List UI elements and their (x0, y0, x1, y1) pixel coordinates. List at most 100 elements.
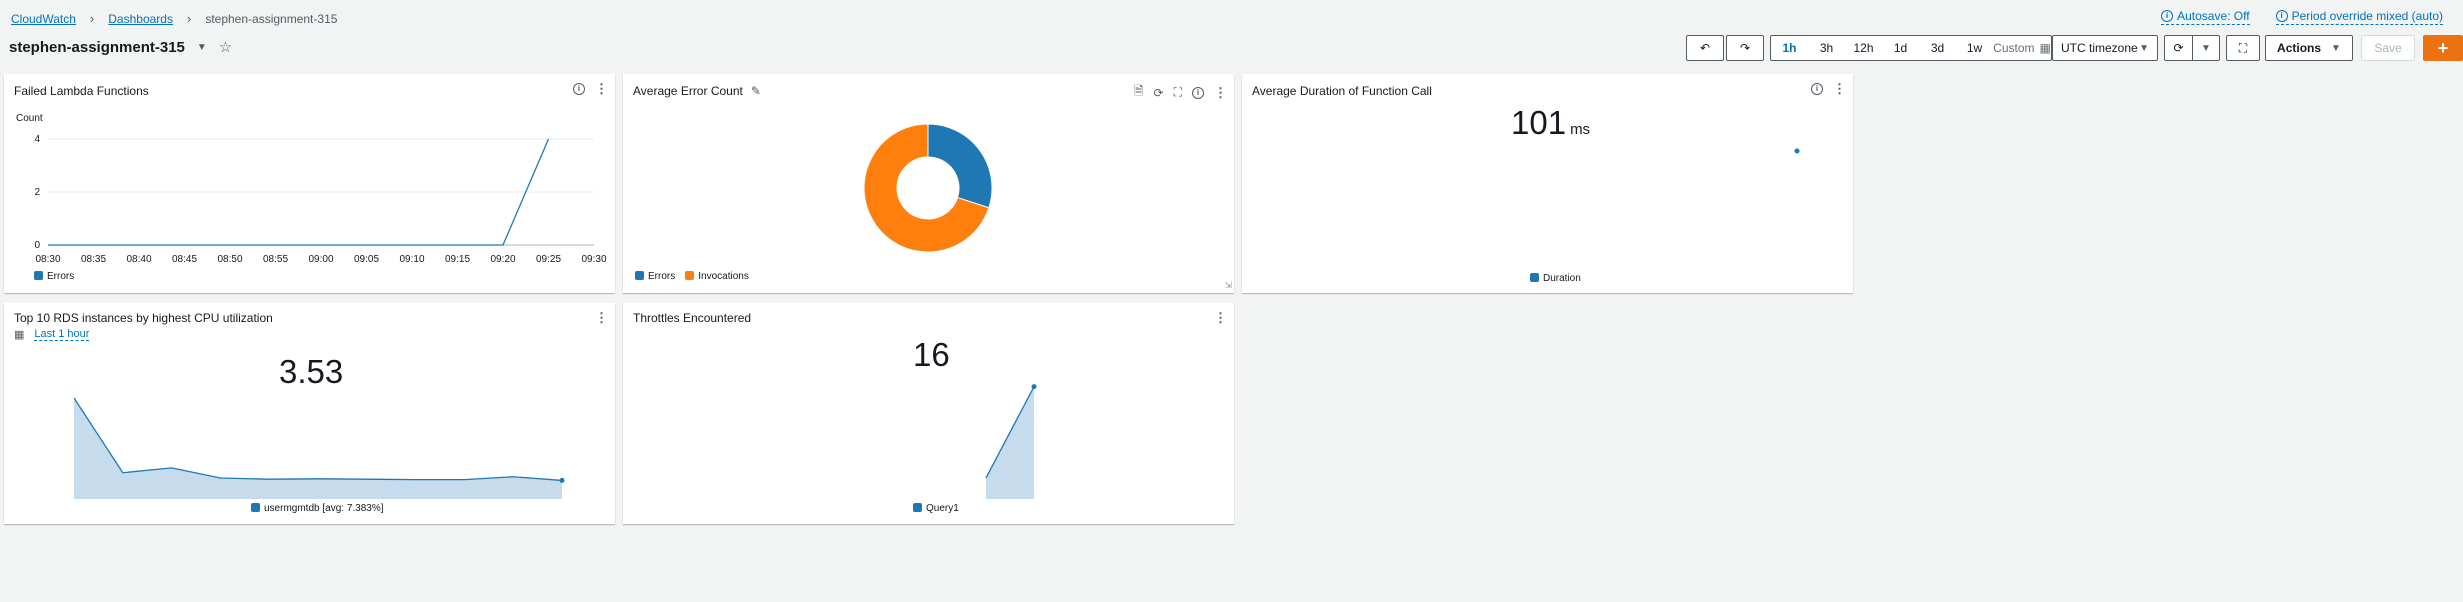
widget-failed-lambda: Failed Lambda Functions i ⋮ Count 4 2 0 08:3… (4, 74, 615, 293)
legend-swatch (913, 503, 922, 512)
redo-icon: ↷ (1739, 41, 1751, 55)
dashboard-toolbar: ↶ ↷ 1h 3h 12h 1d 3d 1w Custom ▦ UTC time… (1686, 35, 2463, 61)
x-tick-label: 08:45 (172, 254, 197, 265)
series-usermgmtdb-line (73, 397, 563, 482)
legend-label: Query1 (926, 503, 959, 514)
actions-button[interactable]: Actions ▼ (2265, 35, 2353, 61)
x-tick-label: 09:20 (490, 254, 515, 265)
sparkline-area-chart (985, 384, 1037, 499)
legend-item-usermgmtdb[interactable]: usermgmtdb [avg: 7.383%] (251, 503, 384, 514)
fullscreen-icon: ⛶ (2238, 40, 2248, 55)
breadcrumb-cloudwatch[interactable]: CloudWatch (11, 12, 76, 26)
range-custom[interactable]: Custom ▦ (1993, 36, 2051, 60)
range-1h[interactable]: 1h (1771, 36, 1808, 60)
star-icon[interactable]: ☆ (219, 38, 232, 56)
chart-legend: Duration (1530, 273, 1581, 284)
info-icon: i (2275, 10, 2288, 22)
sparkline-area-chart (73, 397, 565, 499)
fullscreen-button[interactable]: ⛶ (2226, 35, 2260, 61)
custom-label: Custom (1993, 41, 2035, 55)
x-tick-label: 08:30 (35, 254, 60, 265)
series-usermgmtdb-area (74, 398, 562, 499)
timezone-select[interactable]: UTC timezone ▼ (2052, 35, 2158, 61)
caret-down-icon: ▼ (2139, 42, 2149, 54)
x-tick-label: 09:25 (536, 254, 561, 265)
x-tick-label: 09:00 (308, 254, 333, 265)
widget-rds-cpu: Top 10 RDS instances by highest CPU util… (4, 303, 615, 524)
chart-legend: Query1 (913, 503, 959, 514)
x-tick-label: 08:50 (217, 254, 242, 265)
widget-throttles: Throttles Encountered ⋮ 16 Query1 (623, 303, 1234, 524)
add-widget-button[interactable]: + (2423, 35, 2463, 61)
caret-down-icon[interactable]: ▼ (197, 42, 207, 53)
header-links: i Autosave: Off i Period override mixed … (2161, 9, 2443, 25)
refresh-button[interactable]: ⟳ (2165, 36, 2192, 60)
legend-item-duration[interactable]: Duration (1530, 273, 1581, 284)
y-tick-label: 0 (34, 240, 40, 251)
caret-down-icon: ▼ (2331, 42, 2341, 54)
refresh-icon: ⟳ (2173, 41, 2184, 55)
undo-icon: ↶ (1699, 41, 1711, 55)
chart-legend: Errors Invocations (635, 271, 749, 282)
legend-swatch (635, 271, 644, 280)
legend-item-query1[interactable]: Query1 (913, 503, 959, 514)
widget-average-error-count: Average Error Count ✎ 🗎 ⟳ ⛶ i ⋮ Errors I… (623, 74, 1234, 293)
legend-label: Errors (47, 271, 75, 282)
legend-swatch (34, 271, 43, 280)
x-tick-label: 09:10 (399, 254, 424, 265)
autosave-label: Autosave: Off (2177, 9, 2250, 23)
x-tick-label: 08:35 (81, 254, 106, 265)
undo-button[interactable]: ↶ (1686, 35, 1724, 61)
range-3d[interactable]: 3d (1919, 36, 1956, 60)
breadcrumb: CloudWatch › Dashboards › stephen-assign… (11, 11, 337, 26)
legend-swatch (685, 271, 695, 280)
time-range-selector: 1h 3h 12h 1d 3d 1w Custom ▦ (1770, 35, 2052, 61)
range-12h[interactable]: 12h (1845, 36, 1882, 60)
legend-item-errors[interactable]: Errors (34, 271, 74, 282)
refresh-options-button[interactable]: ▼ (2192, 36, 2219, 60)
donut-slice-errors (927, 123, 993, 209)
chevron-right-icon: › (89, 11, 95, 26)
legend-label: Invocations (698, 271, 749, 282)
caret-down-icon: ▼ (2201, 42, 2211, 54)
chart-legend: usermgmtdb [avg: 7.383%] (251, 503, 384, 514)
redo-button[interactable]: ↷ (1726, 35, 1764, 61)
save-button[interactable]: Save (2361, 35, 2415, 61)
legend-swatch (1530, 273, 1539, 282)
autosave-link[interactable]: i Autosave: Off (2161, 9, 2250, 25)
resize-handle[interactable]: ⇲ (1224, 280, 1232, 291)
top-bar: CloudWatch › Dashboards › stephen-assign… (0, 0, 2463, 72)
calendar-icon: ▦ (2039, 41, 2051, 55)
page-title: stephen-assignment-315 (9, 38, 185, 56)
widget-average-duration: Average Duration of Function Call i ⋮ 10… (1242, 74, 1853, 293)
series-usermgmtdb-last-point (559, 477, 565, 483)
legend-label: Errors (648, 271, 676, 282)
range-3h[interactable]: 3h (1808, 36, 1845, 60)
x-tick-label: 08:55 (263, 254, 288, 265)
donut-chart (863, 123, 993, 253)
y-tick-label: 4 (34, 134, 40, 145)
x-tick-label: 08:40 (126, 254, 151, 265)
legend-item-errors[interactable]: Errors (635, 271, 675, 282)
y-axis-label: Count (16, 113, 43, 124)
sparkline (1794, 148, 1800, 154)
refresh-control: ⟳ ▼ (2164, 35, 2220, 61)
period-override-link[interactable]: i Period override mixed (auto) (2275, 9, 2443, 25)
range-1d[interactable]: 1d (1882, 36, 1919, 60)
breadcrumb-current: stephen-assignment-315 (205, 11, 338, 26)
sparkline-point (1794, 148, 1800, 154)
x-tick-label: 09:15 (445, 254, 470, 265)
y-tick-label: 2 (34, 187, 40, 198)
chart-legend: Errors (34, 271, 74, 282)
x-tick-label: 09:05 (354, 254, 379, 265)
legend-item-invocations[interactable]: Invocations (685, 271, 749, 282)
period-override-label: Period override mixed (auto) (2291, 9, 2443, 23)
actions-label: Actions (2277, 41, 2322, 55)
x-tick-label: 09:30 (581, 254, 606, 265)
chevron-right-icon: › (186, 11, 192, 26)
dashboard-title-row: stephen-assignment-315 ▼ ☆ (9, 38, 232, 57)
legend-swatch (251, 503, 260, 512)
breadcrumb-dashboards[interactable]: Dashboards (108, 12, 173, 26)
range-1w[interactable]: 1w (1956, 36, 1993, 60)
series-query1-last-point (1031, 384, 1037, 390)
